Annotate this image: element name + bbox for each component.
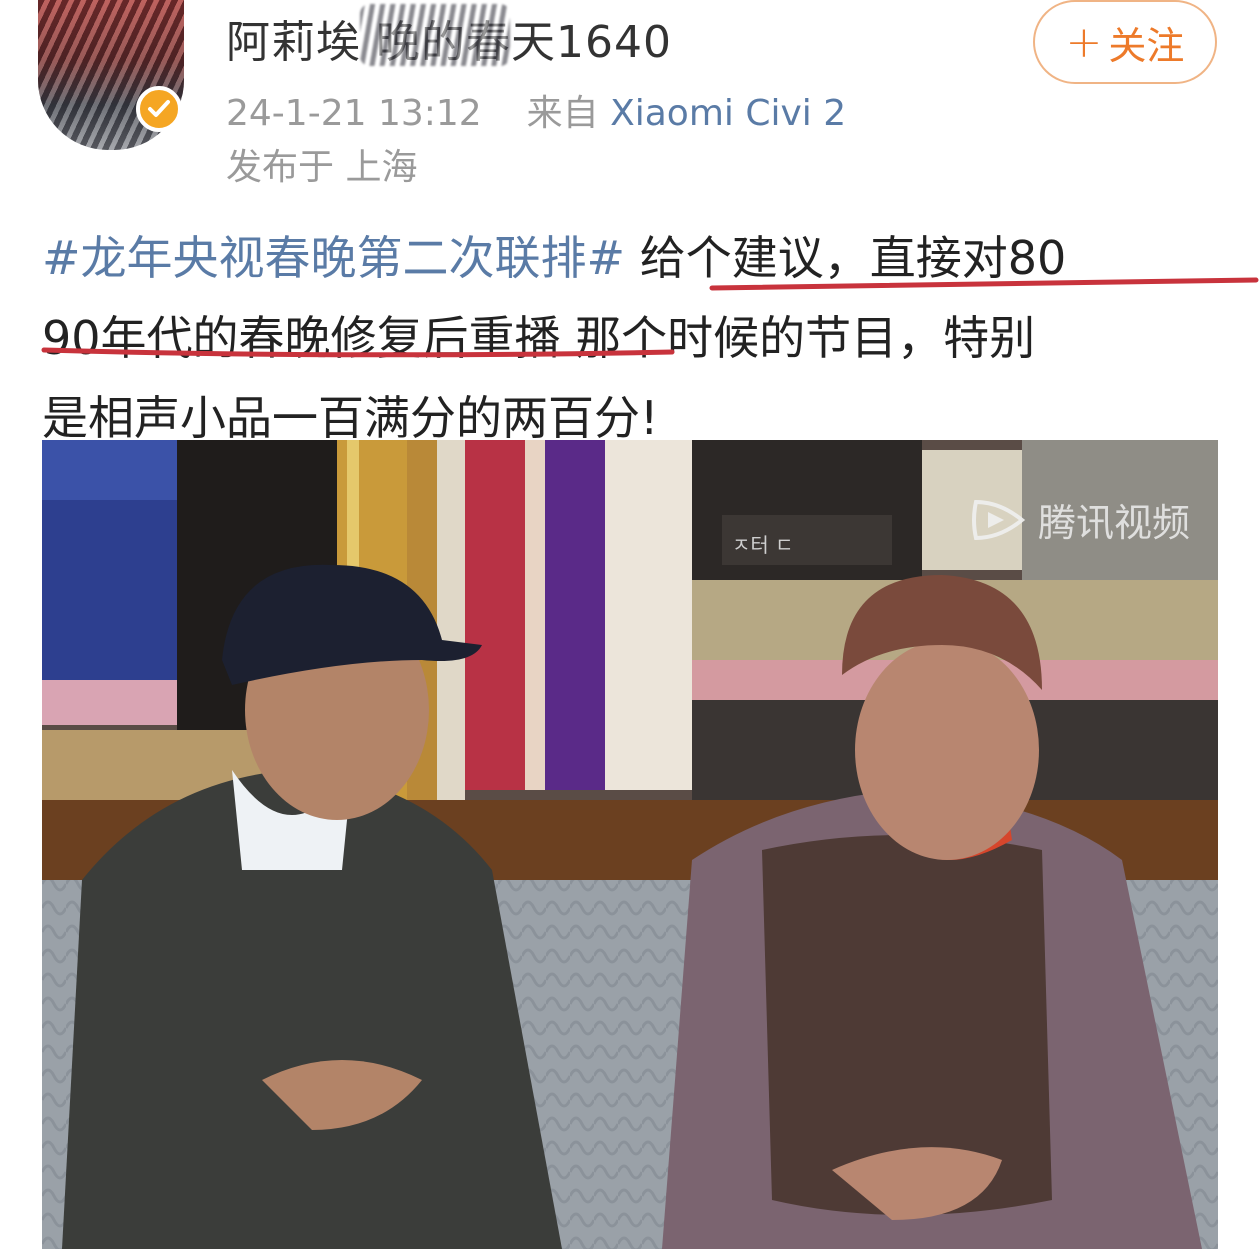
checkmark-icon [148, 100, 170, 117]
follow-label: 关注 [1108, 23, 1185, 68]
post-line-2: 90年代的春晚修复后重播 那个时候的节目，特别 [42, 298, 1242, 378]
sketch-scene-illustration: ㅈ터 ㄷ [42, 440, 1218, 1249]
watermark-text: 腾讯视频 [1037, 501, 1190, 545]
username-redaction-scribble [360, 4, 510, 66]
hashtag-link[interactable]: #龙年央视春晚第二次联排# [42, 231, 625, 285]
post-location: 发布于 上海 [226, 147, 418, 188]
post-line-1: #龙年央视春晚第二次联排# 给个建议，直接对80 [42, 218, 1242, 298]
post-image[interactable]: ㅈ터 ㄷ 腾讯视频 [42, 440, 1218, 1249]
shelf-sign-text: ㅈ터 ㄷ [732, 533, 794, 557]
verified-badge-icon [136, 86, 182, 132]
post-text: #龙年央视春晚第二次联排# 给个建议，直接对80 90年代的春晚修复后重播 那个… [42, 218, 1242, 458]
post-meta: 24-1-21 13:12 来自 Xiaomi Civi 2 [226, 84, 846, 136]
plus-icon: + [1065, 16, 1103, 68]
source-prefix: 来自 [526, 93, 599, 134]
post-text-segment: 给个建议，直接对80 [625, 231, 1067, 285]
follow-button[interactable]: + 关注 [1033, 0, 1217, 84]
timestamp: 24-1-21 13:12 [226, 93, 482, 134]
device-source-link[interactable]: Xiaomi Civi 2 [610, 93, 846, 134]
tencent-video-logo-icon [971, 499, 1026, 540]
post-text-segment: 那个时候的节目，特别 [560, 311, 1036, 365]
video-watermark: 腾讯视频 [970, 492, 1190, 547]
post-text-segment: 90年代的春晚修复后重播 [42, 311, 561, 365]
